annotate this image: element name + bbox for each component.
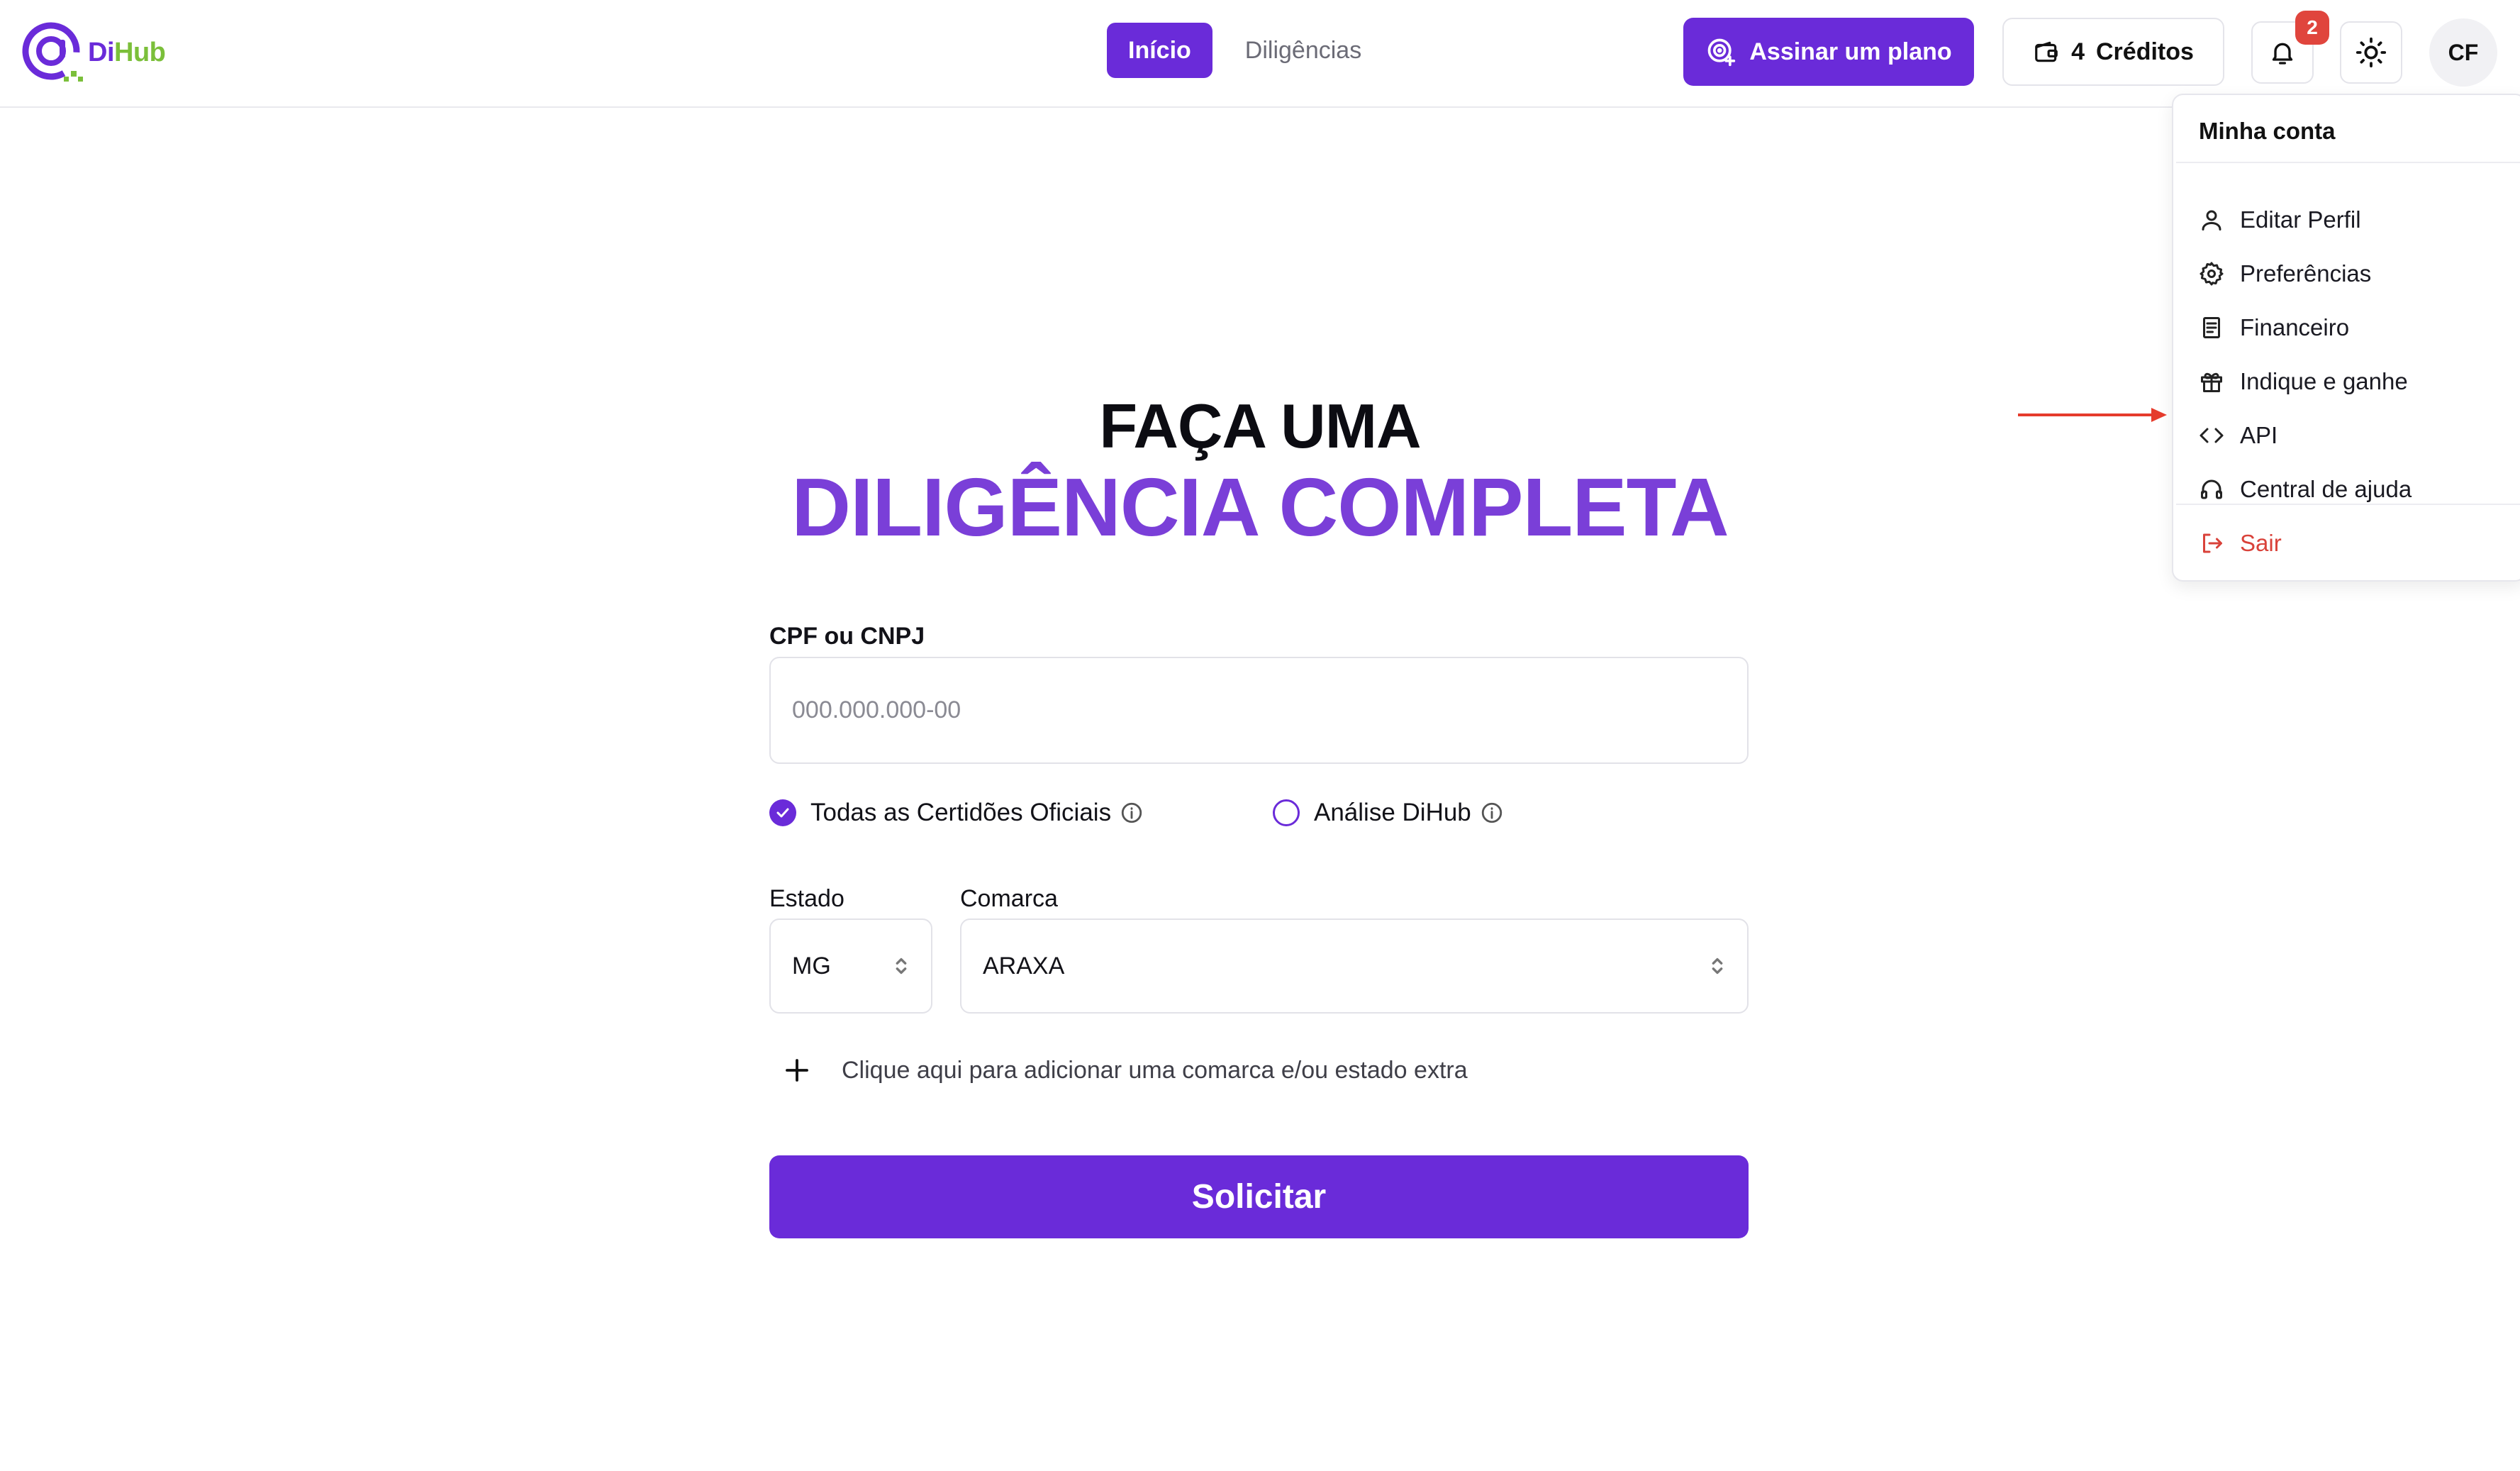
menu-item-financial[interactable]: Financeiro [2199, 306, 2349, 349]
tab-diligencias[interactable]: Diligências [1224, 23, 1383, 78]
add-extra-district-row[interactable]: Clique aqui para adicionar uma comarca e… [769, 1043, 1468, 1098]
document-input-placeholder: 000.000.000-00 [792, 696, 961, 723]
target-plus-icon [1708, 38, 1736, 67]
notification-badge: 2 [2295, 11, 2329, 45]
theme-toggle-button[interactable] [2340, 21, 2402, 84]
dihub-analysis-radio[interactable] [1273, 799, 1300, 826]
chevron-up-down-icon [896, 957, 907, 975]
menu-item-edit-profile[interactable]: Editar Perfil [2199, 199, 2361, 241]
hero-title-line1: FAÇA UMA [1099, 391, 1421, 461]
subscribe-plan-label: Assinar um plano [1749, 38, 1952, 65]
top-header: DiHub Início Diligências Assinar um plan… [0, 0, 2520, 108]
chevron-up-down-icon [1712, 957, 1723, 975]
menu-item-label: Editar Perfil [2240, 206, 2361, 233]
menu-item-preferences[interactable]: Preferências [2199, 252, 2371, 295]
info-icon[interactable] [1480, 801, 1504, 825]
account-menu-title: Minha conta [2199, 118, 2336, 144]
tab-inicio[interactable]: Início [1107, 23, 1212, 78]
subscribe-plan-button[interactable]: Assinar um plano [1683, 18, 1974, 86]
info-icon[interactable] [1120, 801, 1144, 825]
main-nav: Início Diligências [1107, 23, 1383, 78]
logo-wordmark: DiHub [88, 37, 166, 67]
district-select-value: ARAXA [983, 952, 1065, 979]
receipt-icon [2203, 317, 2220, 338]
state-select[interactable]: MG [769, 918, 932, 1014]
user-icon [2202, 210, 2221, 231]
gear-icon [2200, 262, 2224, 286]
bell-icon [2272, 43, 2293, 65]
menu-divider [2176, 162, 2520, 163]
state-select-value: MG [792, 952, 831, 979]
option-dihub-analysis[interactable]: Análise DiHub [1273, 799, 1504, 827]
credits-count: 4 [2071, 38, 2085, 65]
sun-icon [2355, 37, 2387, 68]
menu-item-label: Financeiro [2240, 314, 2350, 340]
state-field-label: Estado [769, 885, 844, 912]
document-field-label: CPF ou CNPJ [769, 623, 925, 650]
user-avatar[interactable]: CF [2429, 18, 2497, 87]
district-select[interactable]: ARAXA [960, 918, 1749, 1014]
menu-item-label: Preferências [2240, 260, 2372, 287]
official-certificates-checkbox[interactable] [769, 799, 796, 826]
submit-button[interactable]: Solicitar [769, 1155, 1749, 1238]
hero-title-line2: DILIGÊNCIA COMPLETA [791, 461, 1729, 553]
document-input[interactable]: 000.000.000-00 [769, 657, 1749, 764]
credits-button[interactable]: 4 Créditos [2002, 18, 2224, 86]
dihub-logo-icon [22, 22, 83, 82]
district-field-label: Comarca [960, 885, 1058, 912]
official-certificates-label: Todas as Certidões Oficiais [810, 799, 1112, 826]
add-extra-button[interactable] [769, 1043, 825, 1098]
add-extra-label: Clique aqui para adicionar uma comarca e… [842, 1056, 1468, 1084]
credits-label: Créditos [2096, 38, 2194, 65]
dihub-logo[interactable]: DiHub [20, 20, 166, 85]
check-icon [776, 808, 789, 818]
wallet-icon [2035, 41, 2058, 62]
dihub-analysis-label: Análise DiHub [1314, 799, 1471, 826]
option-official-certificates[interactable]: Todas as Certidões Oficiais [769, 799, 1144, 827]
plus-icon [786, 1059, 808, 1082]
